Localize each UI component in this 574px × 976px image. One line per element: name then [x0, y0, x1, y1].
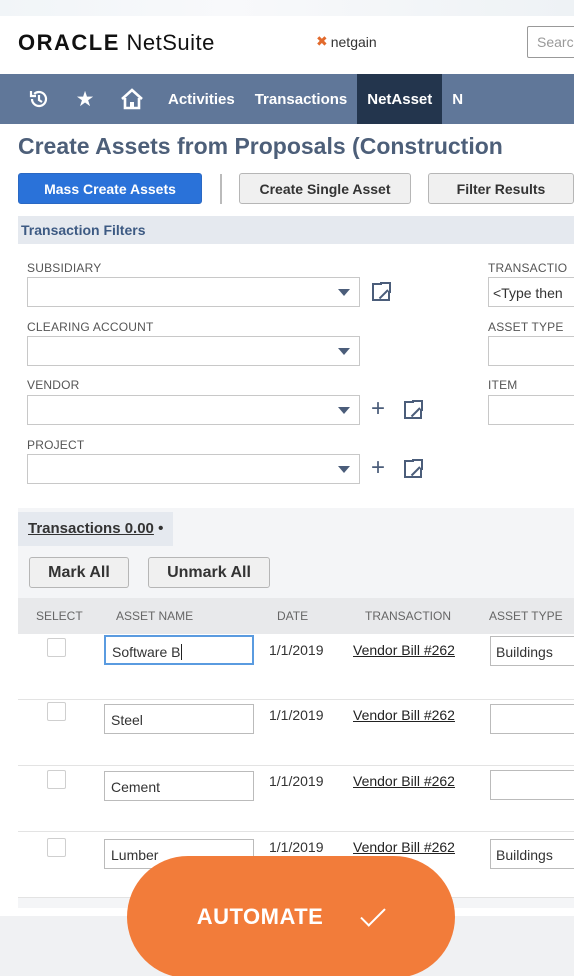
row-select-checkbox[interactable]: [47, 770, 66, 789]
open-external-icon[interactable]: [404, 458, 424, 478]
create-single-asset-button[interactable]: Create Single Asset: [239, 173, 411, 204]
clearing-account-value: [28, 337, 359, 344]
vendor-label: VENDOR: [27, 378, 80, 392]
tab-transactions[interactable]: Transactions 0.00 •: [18, 512, 174, 546]
transaction-input[interactable]: <Type then: [488, 277, 574, 307]
chevron-down-icon: [338, 466, 350, 473]
nav-item-transactions[interactable]: Transactions: [245, 74, 358, 124]
add-project-icon[interactable]: +: [371, 456, 385, 480]
toolbar-divider: [220, 174, 222, 204]
asset-type-select[interactable]: [490, 770, 574, 800]
mark-all-button[interactable]: Mark All: [29, 557, 129, 588]
netgain-logo: ✖ netgain: [316, 33, 377, 50]
chevron-down-icon: [338, 407, 350, 414]
transactions-tab-bullet: •: [158, 520, 164, 537]
automate-button[interactable]: AUTOMATE: [127, 856, 455, 976]
add-vendor-icon[interactable]: +: [371, 397, 385, 421]
column-header-select[interactable]: SELECT: [36, 609, 83, 623]
row-date: 1/1/2019: [269, 642, 324, 658]
project-label: PROJECT: [27, 438, 85, 452]
home-icon[interactable]: [106, 74, 158, 124]
asset-name-input[interactable]: Software B: [104, 635, 254, 665]
page-title: Create Assets from Proposals (Constructi…: [18, 133, 503, 159]
asset-name-input[interactable]: Steel: [104, 704, 254, 734]
header-bar: ORACLE NetSuite ✖ netgain Search: [0, 0, 574, 74]
recent-icon[interactable]: [14, 74, 64, 124]
asset-name-value: Software B: [112, 644, 181, 660]
item-label: ITEM: [488, 378, 518, 392]
netgain-logo-text: netgain: [330, 33, 377, 50]
unmark-all-button[interactable]: Unmark All: [148, 557, 270, 588]
table-header: SELECT ASSET NAME DATE TRANSACTION ASSET…: [18, 598, 574, 634]
transaction-label: TRANSACTIO: [488, 261, 568, 275]
table-row: Software B 1/1/2019 Vendor Bill #262 Bui…: [18, 634, 574, 700]
table-row: Steel 1/1/2019 Vendor Bill #262: [18, 700, 574, 766]
asset-name-input[interactable]: Cement: [104, 771, 254, 801]
netgain-mark-icon: ✖: [316, 33, 328, 49]
asset-type-select[interactable]: [488, 336, 574, 366]
asset-type-select[interactable]: [490, 704, 574, 734]
star-icon[interactable]: ★: [64, 74, 106, 124]
column-header-transaction[interactable]: TRANSACTION: [365, 609, 451, 623]
asset-type-select[interactable]: Buildings: [490, 839, 574, 869]
open-external-icon[interactable]: [372, 281, 392, 301]
logo-netsuite-text: NetSuite: [126, 30, 215, 55]
nav-item-more[interactable]: N: [442, 74, 473, 124]
filter-results-button[interactable]: Filter Results: [428, 173, 574, 204]
column-header-asset-name[interactable]: ASSET NAME: [116, 609, 193, 623]
project-value: [28, 455, 359, 462]
recent-icon-svg: [29, 90, 48, 108]
row-date: 1/1/2019: [269, 707, 324, 723]
search-placeholder: Search: [537, 34, 574, 50]
asset-type-label: ASSET TYPE: [488, 320, 564, 334]
oracle-netsuite-logo[interactable]: ORACLE NetSuite: [18, 30, 215, 56]
text-cursor: [181, 644, 183, 660]
chevron-down-icon: [338, 289, 350, 296]
item-select[interactable]: [488, 395, 574, 425]
table-row: Cement 1/1/2019 Vendor Bill #262: [18, 766, 574, 832]
subsidiary-select[interactable]: [27, 277, 360, 307]
transaction-placeholder: <Type then: [493, 285, 563, 301]
app-window: ORACLE NetSuite ✖ netgain Search ★: [0, 0, 574, 976]
chevron-down-icon: [338, 348, 350, 355]
mass-create-assets-button[interactable]: Mass Create Assets: [18, 173, 202, 204]
subsidiary-label: SUBSIDIARY: [27, 261, 102, 275]
transactions-tab-label: Transactions 0.00: [28, 520, 154, 537]
transaction-link[interactable]: Vendor Bill #262: [353, 642, 455, 658]
logo-oracle-text: ORACLE: [18, 30, 120, 55]
row-select-checkbox[interactable]: [47, 638, 66, 657]
asset-type-value: [489, 337, 574, 344]
asset-type-select[interactable]: Buildings: [490, 636, 574, 666]
column-header-asset-type[interactable]: ASSET TYPE: [489, 609, 563, 623]
transaction-link[interactable]: Vendor Bill #262: [353, 773, 455, 789]
transaction-link[interactable]: Vendor Bill #262: [353, 707, 455, 723]
home-icon-svg: [121, 88, 143, 110]
main-nav: ★ Activities Transactions NetAsset N: [0, 74, 574, 124]
item-value: [489, 396, 574, 403]
transaction-link[interactable]: Vendor Bill #262: [353, 839, 455, 855]
transaction-filters-header[interactable]: Transaction Filters: [18, 216, 574, 244]
subsidiary-value: [28, 278, 359, 285]
nav-item-activities[interactable]: Activities: [158, 74, 245, 124]
project-select[interactable]: [27, 454, 360, 484]
global-search-input[interactable]: Search: [527, 26, 574, 58]
row-date: 1/1/2019: [269, 773, 324, 789]
clearing-account-label: CLEARING ACCOUNT: [27, 320, 154, 334]
column-header-date[interactable]: DATE: [277, 609, 308, 623]
nav-item-netasset[interactable]: NetAsset: [357, 74, 443, 124]
vendor-value: [28, 396, 359, 403]
vendor-select[interactable]: [27, 395, 360, 425]
automate-label: AUTOMATE: [196, 904, 324, 929]
clearing-account-select[interactable]: [27, 336, 360, 366]
row-date: 1/1/2019: [269, 839, 324, 855]
open-external-icon[interactable]: [404, 399, 424, 419]
row-select-checkbox[interactable]: [47, 838, 66, 857]
checkmark-icon: [360, 901, 387, 927]
row-select-checkbox[interactable]: [47, 702, 66, 721]
